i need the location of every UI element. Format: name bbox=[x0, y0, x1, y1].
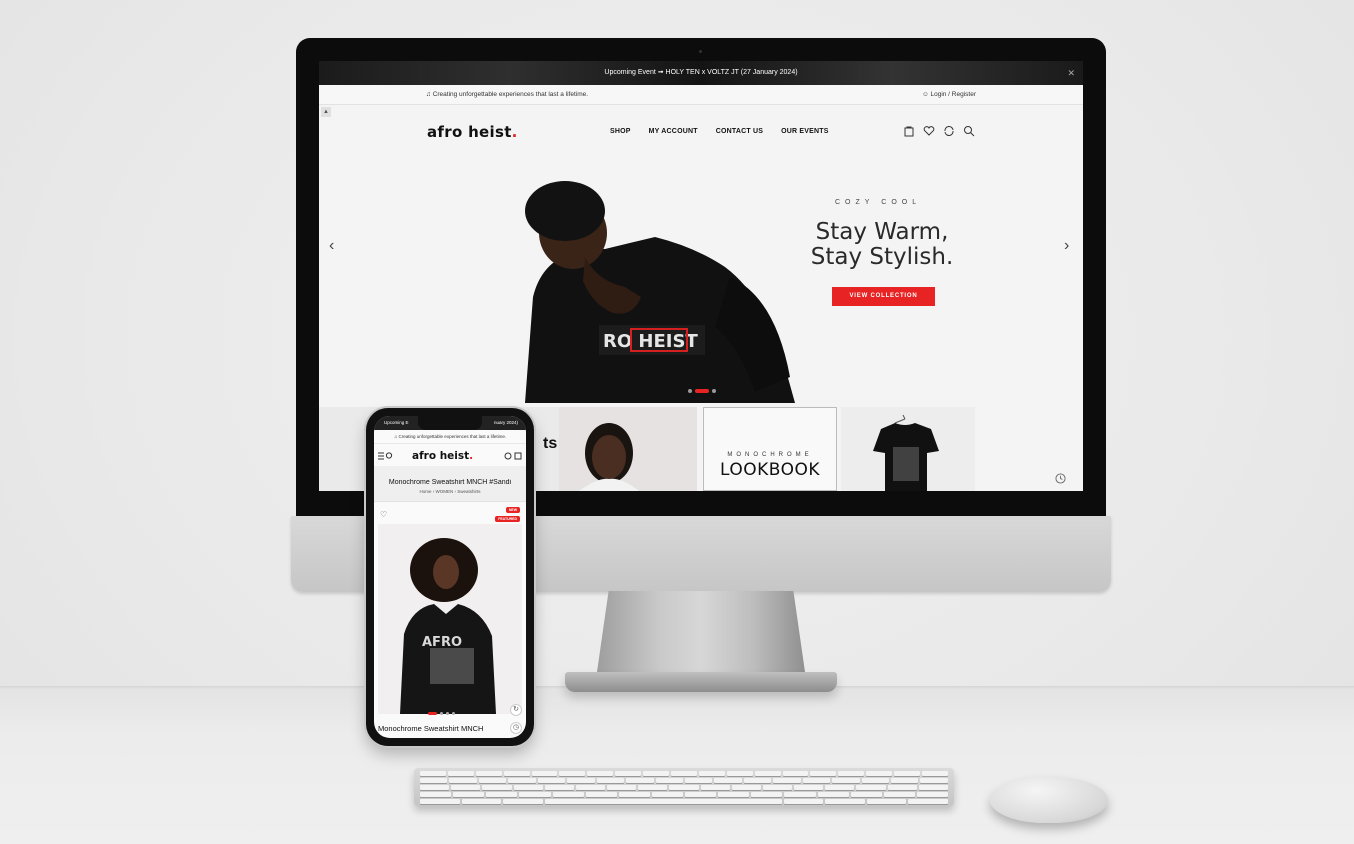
product-name[interactable]: Monochrome Sweatshirt MNCH bbox=[378, 724, 483, 733]
refresh-icon[interactable]: ↻ bbox=[510, 704, 522, 716]
music-note-icon: ♫ bbox=[426, 91, 431, 98]
mobile-slider-dot[interactable] bbox=[446, 712, 449, 715]
nav-contact-us[interactable]: CONTACT US bbox=[716, 128, 763, 135]
slider-dot-active[interactable] bbox=[695, 389, 709, 393]
hero-slider: ‹ › RO HEIST COZY COOL Stay Warm, Stay S… bbox=[319, 159, 1083, 403]
history-icon[interactable]: ◷ bbox=[510, 722, 522, 734]
music-note-icon: ♫ bbox=[393, 434, 398, 439]
mobile-page-header: Monochrome Sweatshirt MNCH #Sandi Home ›… bbox=[374, 466, 526, 502]
history-icon[interactable] bbox=[1055, 473, 1066, 484]
heart-icon[interactable]: ♡ bbox=[380, 510, 387, 519]
hero-title-line1: Stay Warm, bbox=[815, 219, 949, 245]
mobile-announcement-right[interactable]: nuary 2024) bbox=[494, 416, 518, 430]
breadcrumb[interactable]: Home › WOMEN › Sweatshirts bbox=[374, 489, 526, 494]
chevron-left-icon[interactable]: ‹ bbox=[329, 237, 334, 255]
close-icon[interactable]: ✕ bbox=[1067, 61, 1075, 85]
login-link[interactable]: ☺ Login / Register bbox=[922, 91, 976, 98]
mouse bbox=[990, 777, 1108, 823]
top-bar: ♫ Creating unforgettable experiences tha… bbox=[319, 85, 1083, 105]
category-tile-women[interactable] bbox=[559, 407, 697, 491]
site-header: afro heist. SHOP MY ACCOUNT CONTACT US O… bbox=[319, 105, 1083, 159]
mobile-screen: Upcoming E nuary 2024) ♫ Creating unforg… bbox=[374, 416, 526, 738]
new-badge: NEW bbox=[505, 507, 520, 513]
logo-dot: . bbox=[511, 123, 518, 141]
view-collection-button[interactable]: VIEW COLLECTION bbox=[832, 287, 935, 306]
lookbook-eyebrow: MONOCHROME bbox=[727, 452, 813, 458]
mobile-announcement-left[interactable]: Upcoming E bbox=[384, 416, 409, 430]
mobile-page-title: Monochrome Sweatshirt MNCH #Sandi bbox=[388, 479, 512, 486]
imac-foot bbox=[565, 672, 837, 692]
tagline: ♫ Creating unforgettable experiences tha… bbox=[426, 91, 588, 98]
mobile-header: afro heist. bbox=[374, 444, 526, 466]
featured-badge: FEATURED bbox=[495, 516, 520, 522]
mobile-slider-dot-active[interactable] bbox=[428, 712, 437, 715]
nav-my-account[interactable]: MY ACCOUNT bbox=[649, 128, 698, 135]
keyboard bbox=[414, 768, 954, 806]
user-icon: ☺ bbox=[922, 91, 929, 98]
logo-text[interactable]: afro heist bbox=[427, 123, 512, 141]
product-image[interactable]: AFRO bbox=[378, 524, 522, 714]
mobile-tagline-text: Creating unforgettable experiences that … bbox=[398, 434, 507, 439]
category-tile-tees[interactable] bbox=[841, 407, 975, 491]
hero-title: Stay Warm, Stay Stylish. bbox=[797, 220, 967, 270]
announcement-text[interactable]: Upcoming Event ➟ HOLY TEN x VOLTZ JT (27… bbox=[604, 69, 797, 76]
mobile-header-icons[interactable] bbox=[504, 452, 522, 460]
main-nav: SHOP MY ACCOUNT CONTACT US OUR EVENTS bbox=[610, 128, 829, 135]
menu-icon[interactable] bbox=[378, 452, 394, 460]
mobile-tagline: ♫ Creating unforgettable experiences tha… bbox=[374, 430, 526, 444]
logo[interactable]: afro heist. bbox=[427, 123, 518, 141]
mobile-logo-dot: . bbox=[469, 450, 474, 462]
tagline-text: Creating unforgettable experiences that … bbox=[432, 91, 589, 98]
hero-model-image: RO HEIST bbox=[525, 181, 795, 403]
camera bbox=[699, 50, 702, 53]
hero-shirt-print: RO HEIST bbox=[603, 331, 698, 352]
nav-shop[interactable]: SHOP bbox=[610, 128, 631, 135]
product-print: AFRO bbox=[422, 635, 462, 650]
imac-stand bbox=[596, 591, 806, 679]
slider-dot[interactable] bbox=[712, 389, 716, 393]
slider-dot[interactable] bbox=[688, 389, 692, 393]
header-icons bbox=[903, 125, 975, 137]
floor bbox=[0, 686, 1354, 844]
mobile-logo[interactable]: afro heist. bbox=[412, 450, 473, 462]
phone-notch bbox=[418, 416, 482, 430]
refresh-icon[interactable] bbox=[943, 125, 955, 137]
phone-device: Upcoming E nuary 2024) ♫ Creating unforg… bbox=[366, 408, 534, 746]
category-tile-lookbook[interactable]: MONOCHROME LOOKBOOK bbox=[703, 407, 837, 491]
heart-icon[interactable] bbox=[923, 125, 935, 137]
mobile-logo-text[interactable]: afro heist bbox=[412, 450, 469, 462]
category-tile-1-label[interactable]: ts bbox=[543, 435, 557, 453]
chevron-right-icon[interactable]: › bbox=[1064, 237, 1069, 255]
hero-eyebrow: COZY COOL bbox=[835, 199, 922, 206]
hero-title-line2: Stay Stylish. bbox=[810, 244, 954, 270]
announcement-bar[interactable]: Upcoming Event ➟ HOLY TEN x VOLTZ JT (27… bbox=[319, 61, 1083, 85]
search-icon[interactable] bbox=[963, 125, 975, 137]
mobile-slider-dot[interactable] bbox=[440, 712, 443, 715]
login-text[interactable]: Login / Register bbox=[930, 91, 976, 98]
cart-icon[interactable] bbox=[903, 125, 915, 137]
lookbook-title: LOOKBOOK bbox=[719, 460, 821, 480]
nav-our-events[interactable]: OUR EVENTS bbox=[781, 128, 829, 135]
mobile-slider-dots bbox=[428, 712, 455, 715]
mobile-slider-dot[interactable] bbox=[452, 712, 455, 715]
slider-dots bbox=[688, 389, 716, 393]
